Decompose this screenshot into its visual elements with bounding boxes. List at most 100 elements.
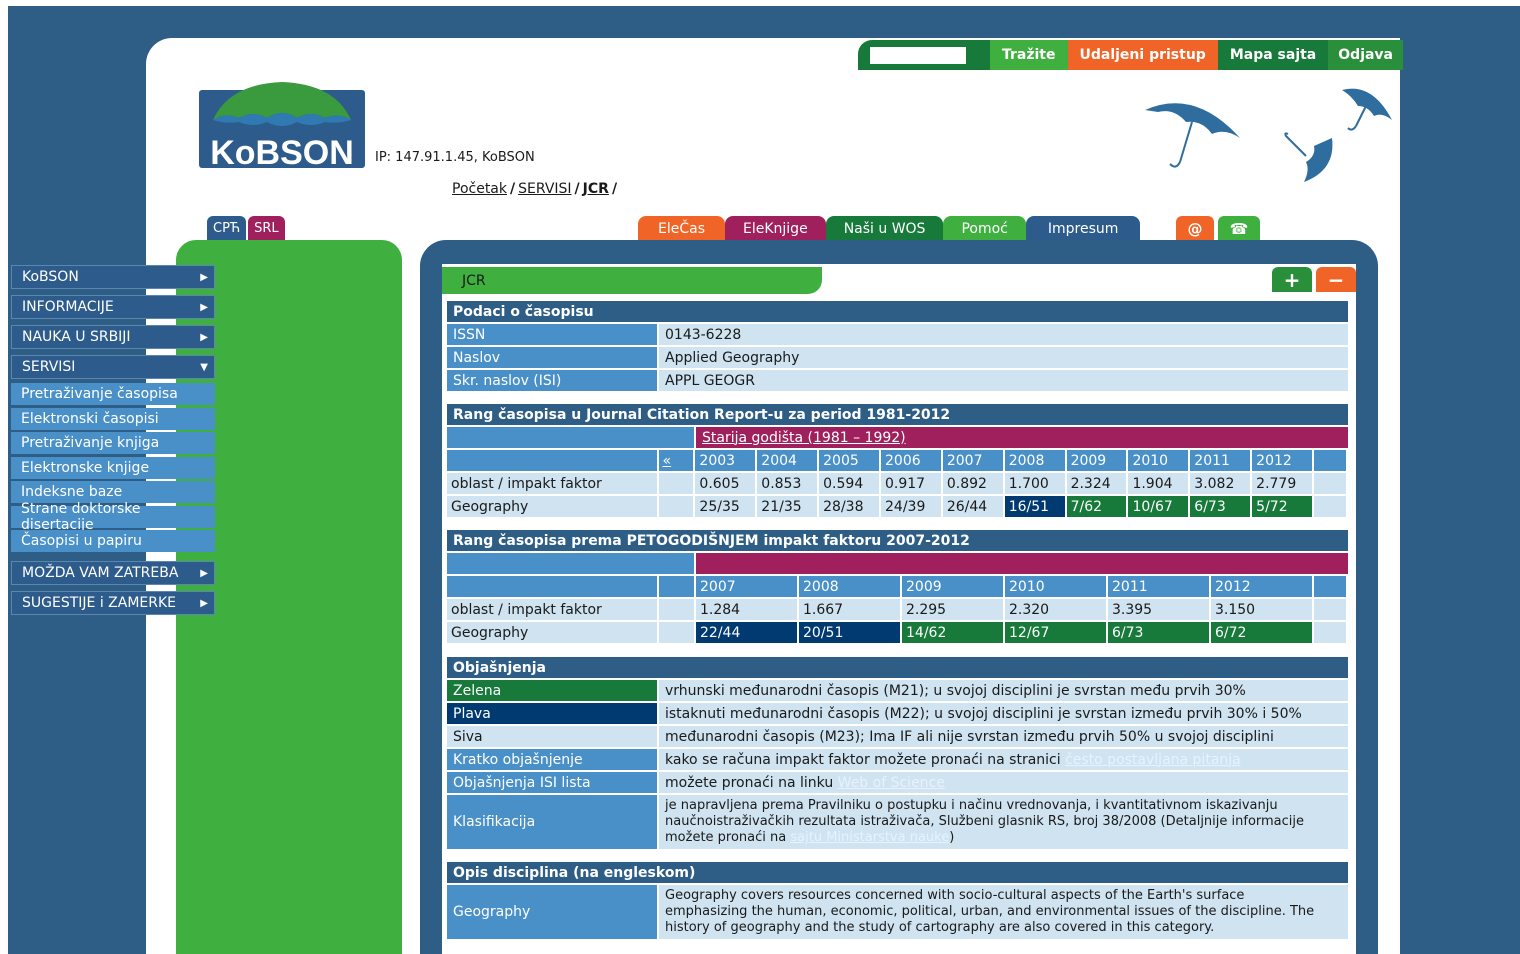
year-header: 2008 bbox=[799, 576, 900, 597]
legend-text: kako se računa impakt faktor možete pron… bbox=[665, 751, 1066, 768]
sidebar-item-label: NAUKA U SRBIJI bbox=[22, 329, 131, 345]
spacer bbox=[1314, 576, 1346, 597]
spacer bbox=[1314, 599, 1346, 620]
rank-value: 10/67 bbox=[1128, 496, 1189, 517]
rank1-if-row: oblast / impakt faktor 0.605 0.853 0.594 0.9… bbox=[447, 473, 1348, 494]
rank-value: 16/51 bbox=[1004, 496, 1065, 517]
expand-button[interactable]: + bbox=[1272, 267, 1312, 292]
impact-factor: 0.594 bbox=[819, 473, 879, 494]
impact-factor: 2.295 bbox=[902, 599, 1003, 620]
rank2-band-row bbox=[447, 553, 1348, 574]
lang-cyrillic[interactable]: СРЋ bbox=[207, 216, 247, 240]
panel-title: JCR bbox=[442, 267, 822, 294]
year-header: 2010 bbox=[1128, 450, 1189, 471]
legend-label: Objašnjenja ISI lista bbox=[447, 772, 657, 793]
sidebar-subitem[interactable]: Indeksne baze bbox=[11, 481, 215, 503]
sidebar-subitem[interactable]: Strane doktorske disertacije bbox=[11, 501, 215, 533]
sidebar-item-servisi[interactable]: SERVISI ▼ bbox=[11, 355, 215, 379]
sidebar-item-label: KoBSON bbox=[22, 269, 79, 285]
collapse-button[interactable]: − bbox=[1316, 267, 1356, 292]
row-value: APPL GEOGR bbox=[659, 370, 1348, 391]
section-heading-journal: Podaci o časopisu bbox=[447, 301, 1348, 322]
phone-icon[interactable]: ☎ bbox=[1218, 216, 1260, 241]
umbrella-icon bbox=[1145, 103, 1240, 168]
sidebar-subitem[interactable]: Pretraživanje časopisa bbox=[11, 383, 215, 405]
umbrella-icon-small bbox=[1284, 132, 1333, 182]
tab-elecas[interactable]: EleČas bbox=[638, 216, 725, 241]
sidebar-item-mozda[interactable]: MOŽDA VAM ZATREBA ▶ bbox=[11, 561, 215, 585]
sidebar-item-nauka[interactable]: NAUKA U SRBIJI ▶ bbox=[11, 325, 215, 349]
search-button[interactable]: Tražite bbox=[990, 40, 1068, 70]
impact-factor: 3.150 bbox=[1211, 599, 1312, 620]
faq-link[interactable]: često postavljana pitanja bbox=[1065, 752, 1241, 768]
tab-impresum[interactable]: Impresum bbox=[1025, 216, 1141, 241]
rank-value: 6/73 bbox=[1190, 496, 1251, 517]
legend-label: Siva bbox=[447, 726, 657, 747]
spacer bbox=[659, 622, 694, 643]
kobson-logo[interactable]: KoBSON bbox=[199, 80, 365, 172]
section-heading-jcr-rank: Rang časopisa u Journal Citation Report-… bbox=[447, 404, 1348, 425]
sitemap-link[interactable]: Mapa sajta bbox=[1217, 40, 1329, 70]
sidebar-subitem[interactable]: Elektronski časopisi bbox=[11, 408, 215, 430]
rank-value: 12/67 bbox=[1005, 622, 1106, 643]
legend-text: istaknuti međunarodni časopis (M22); u s… bbox=[659, 703, 1348, 724]
sidebar-subitem[interactable]: Elektronske knjige bbox=[11, 457, 215, 479]
breadcrumb-home[interactable]: Početak bbox=[452, 181, 507, 197]
journal-row: ISSN 0143-6228 bbox=[447, 324, 1348, 345]
tab-pomoc[interactable]: Pomoć bbox=[943, 216, 1026, 241]
legend-text: možete pronaći na linku bbox=[665, 774, 838, 791]
spacer bbox=[659, 599, 694, 620]
remote-access-link[interactable]: Udaljeni pristup bbox=[1067, 40, 1218, 70]
ip-info: IP: 147.91.1.45, KoBSON bbox=[375, 150, 535, 165]
prev-years-link[interactable]: « bbox=[658, 450, 694, 471]
sidebar-item-kobson[interactable]: KoBSON ▶ bbox=[11, 265, 215, 289]
impact-factor: 0.892 bbox=[942, 473, 1003, 494]
sidebar-item-label: MOŽDA VAM ZATREBA bbox=[22, 565, 179, 581]
breadcrumb-servisi[interactable]: SERVISI bbox=[518, 181, 571, 197]
tab-nasi-u-wos[interactable]: Naši u WOS bbox=[825, 216, 944, 241]
impact-factor: 0.853 bbox=[757, 473, 818, 494]
rank2-years-row: 2007 2008 2009 2010 2011 2012 bbox=[447, 576, 1348, 597]
language-switcher: СРЋ SRL bbox=[207, 216, 285, 240]
sidebar-subitem[interactable]: Pretraživanje knjiga bbox=[11, 432, 215, 454]
year-header: 2007 bbox=[696, 576, 797, 597]
older-years-link[interactable]: Starija godišta (1981 – 1992) bbox=[702, 430, 906, 446]
chevron-right-icon: ▶ bbox=[200, 301, 208, 313]
rank-value: 26/44 bbox=[942, 496, 1003, 517]
year-header-blank bbox=[447, 576, 657, 597]
row-label: Skr. naslov (ISI) bbox=[447, 370, 657, 391]
rank2-if-row: oblast / impakt faktor 1.284 1.667 2.295 2.3… bbox=[447, 599, 1348, 620]
chevron-right-icon: ▶ bbox=[200, 331, 208, 343]
search-input[interactable] bbox=[870, 46, 966, 64]
sidebar-item-label: SUGESTIJE i ZAMERKE bbox=[22, 595, 177, 611]
row-label: Geography bbox=[447, 622, 657, 643]
sidebar-subitem[interactable]: Časopisi u papiru bbox=[11, 530, 215, 552]
lang-latin[interactable]: SRL bbox=[248, 216, 285, 240]
year-header: 2010 bbox=[1005, 576, 1106, 597]
legend-label: Zelena bbox=[447, 680, 657, 701]
year-header: 2012 bbox=[1252, 450, 1313, 471]
legend-label: Kratko objašnjenje bbox=[447, 749, 657, 770]
impact-factor: 1.284 bbox=[696, 599, 797, 620]
email-icon[interactable]: @ bbox=[1176, 216, 1214, 241]
contact-tabs: @ ☎ bbox=[1176, 216, 1260, 241]
legend-text: međunarodni časopis (M23); Ima IF ali ni… bbox=[659, 726, 1348, 747]
web-of-science-link[interactable]: Web of Science bbox=[838, 775, 945, 791]
logout-link[interactable]: Odjava bbox=[1328, 40, 1404, 70]
ministry-link[interactable]: sajtu Ministarstva nauke bbox=[790, 830, 949, 845]
year-header: 2005 bbox=[819, 450, 879, 471]
impact-factor: 2.779 bbox=[1252, 473, 1313, 494]
rank-value: 5/72 bbox=[1252, 496, 1313, 517]
legend-row-blue: Plava istaknuti međunarodni časopis (M22… bbox=[447, 703, 1348, 724]
legend-text: vrhunski međunarodni časopis (M21); u sv… bbox=[659, 680, 1348, 701]
year-header: 2003 bbox=[695, 450, 756, 471]
sidebar-item-informacije[interactable]: INFORMACIJE ▶ bbox=[11, 295, 215, 319]
spacer bbox=[659, 576, 694, 597]
tab-eleknjige[interactable]: EleKnjige bbox=[725, 216, 826, 241]
chevron-right-icon: ▶ bbox=[200, 567, 208, 579]
sidebar-item-sugestije[interactable]: SUGESTIJE i ZAMERKE ▶ bbox=[11, 591, 215, 615]
spacer bbox=[1314, 496, 1346, 517]
umbrella-icon-top bbox=[1342, 88, 1392, 131]
legend-row-gray: Siva međunarodni časopis (M23); Ima IF a… bbox=[447, 726, 1348, 747]
legend-row-green: Zelena vrhunski međunarodni časopis (M21… bbox=[447, 680, 1348, 701]
